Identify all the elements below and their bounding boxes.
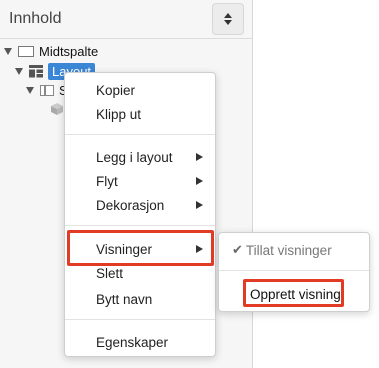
expand-caret-icon[interactable] xyxy=(26,87,34,94)
region-icon xyxy=(18,46,34,57)
menu-divider xyxy=(65,319,215,320)
submenu-item-allow-views[interactable]: ✔ Tillat visninger xyxy=(219,239,369,261)
expand-caret-icon[interactable] xyxy=(4,48,12,55)
highlight-create-view xyxy=(243,279,344,307)
context-menu: Kopier Klipp ut Legg i layout Flyt Dekor… xyxy=(64,72,216,357)
tree-item-part[interactable] xyxy=(50,102,64,116)
panel-title: Innhold xyxy=(9,10,62,27)
menu-divider xyxy=(65,134,215,135)
menu-item-rename[interactable]: Bytt navn xyxy=(65,288,215,310)
tree-item-child[interactable]: S xyxy=(26,83,68,98)
check-icon: ✔ xyxy=(232,242,243,257)
menu-divider xyxy=(219,270,369,271)
submenu-arrow-icon xyxy=(196,177,203,185)
tree-item-midtspalte[interactable]: Midtspalte xyxy=(4,44,98,59)
menu-item-cut[interactable]: Klipp ut xyxy=(65,103,215,125)
expand-caret-icon[interactable] xyxy=(15,68,23,75)
menu-item-move[interactable]: Flyt xyxy=(65,170,215,192)
columns-icon xyxy=(40,85,54,96)
highlight-views xyxy=(67,230,214,266)
sort-updown-icon xyxy=(224,13,232,25)
sort-button[interactable] xyxy=(212,3,244,35)
menu-item-copy[interactable]: Kopier xyxy=(65,79,215,101)
menu-divider xyxy=(65,225,215,226)
menu-item-decoration[interactable]: Dekorasjon xyxy=(65,194,215,216)
menu-item-properties[interactable]: Egenskaper xyxy=(65,331,215,353)
layout-icon xyxy=(29,65,43,78)
tree-item-label: Midtspalte xyxy=(39,44,99,59)
submenu-arrow-icon xyxy=(196,153,203,161)
menu-item-add-to-layout[interactable]: Legg i layout xyxy=(65,146,215,168)
panel-divider xyxy=(0,38,253,39)
submenu-arrow-icon xyxy=(196,201,203,209)
cube-icon xyxy=(51,103,63,115)
